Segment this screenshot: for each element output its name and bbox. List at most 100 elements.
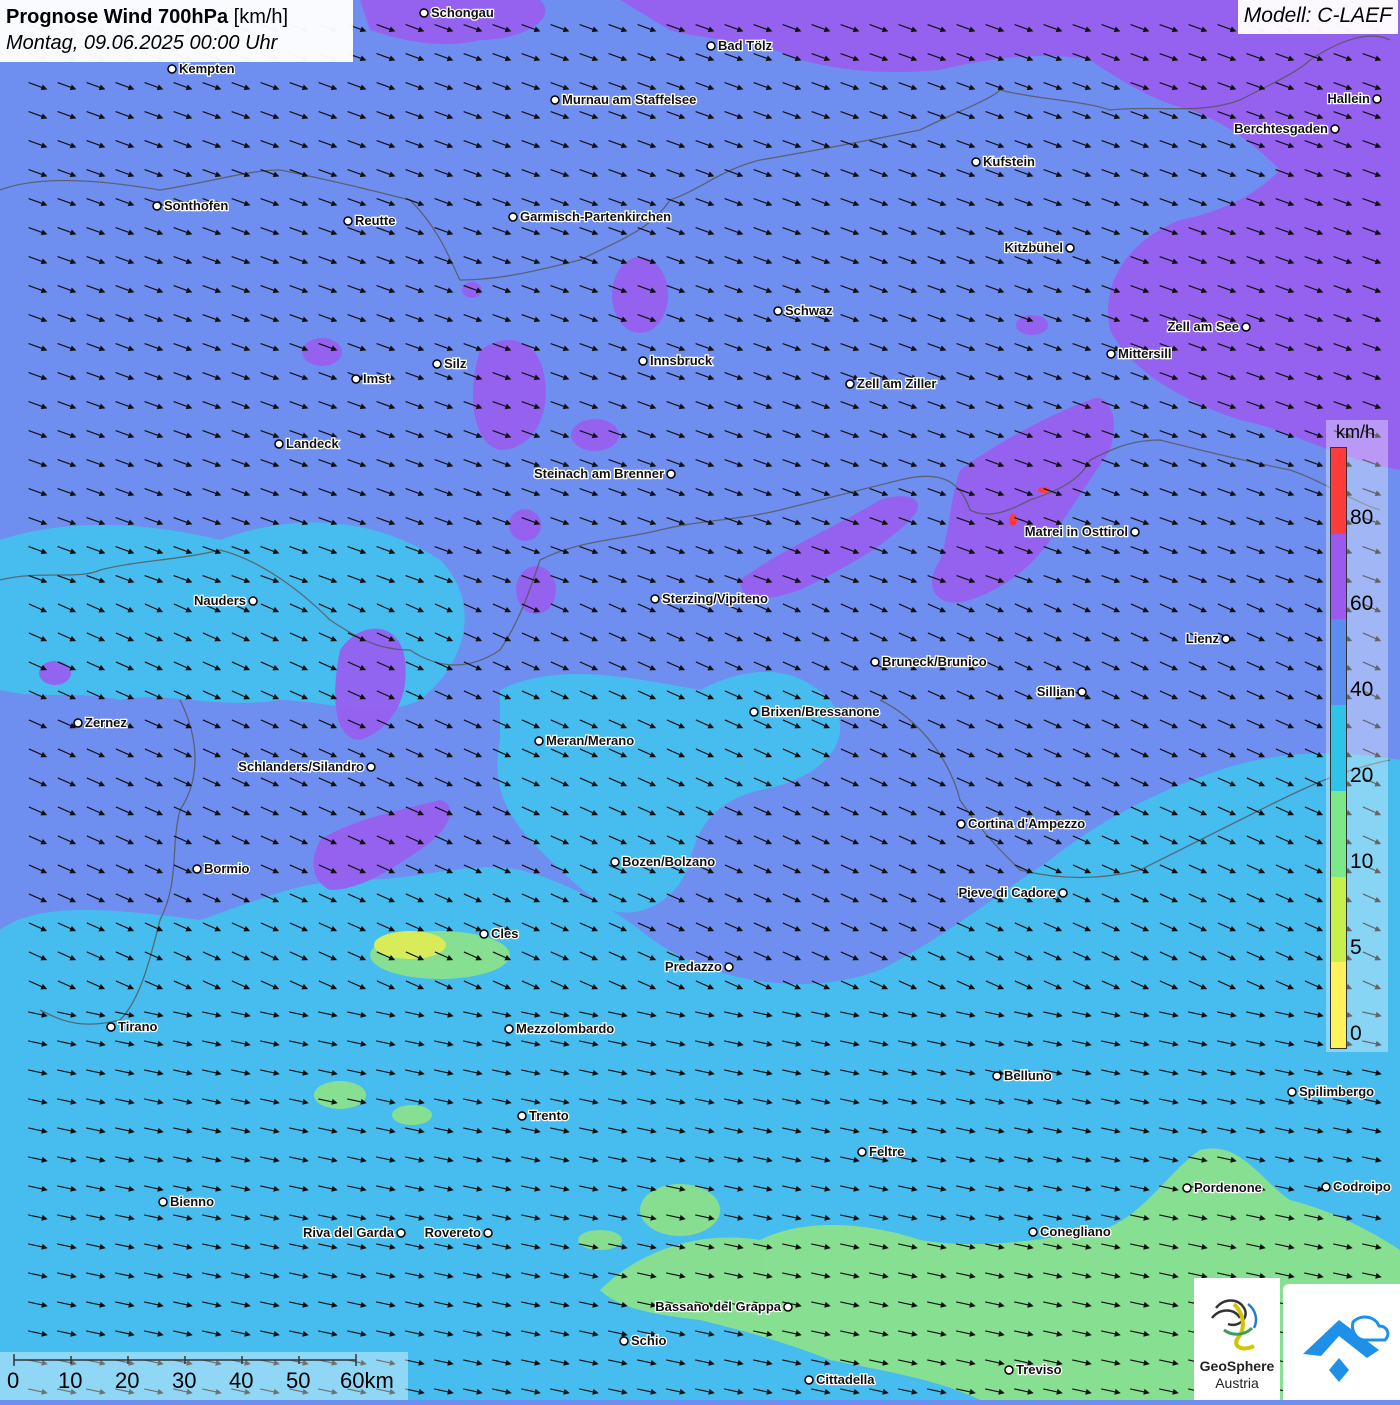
city-marker <box>192 864 202 874</box>
legend-color-bar <box>1330 447 1347 1049</box>
city-marker <box>508 212 518 222</box>
city-label: Trento <box>529 1108 569 1123</box>
city-label: Tirano <box>118 1019 158 1034</box>
city-label: Reutte <box>355 213 395 228</box>
city-marker <box>351 374 361 384</box>
city-marker <box>706 41 716 51</box>
city-marker <box>1182 1183 1192 1193</box>
legend-swatch <box>1331 962 1346 1048</box>
forecast-datetime: Montag, 09.06.2025 00:00 Uhr <box>6 32 278 54</box>
city-marker <box>1241 322 1251 332</box>
title-box: Prognose Wind 700hPa [km/h] Montag, 09.0… <box>0 0 353 62</box>
city-label: Codroipo <box>1333 1179 1391 1194</box>
city-marker <box>870 657 880 667</box>
city-marker <box>724 962 734 972</box>
city-label: Berchtesgaden <box>1234 121 1328 136</box>
color-legend: km/h 80 60 40 20 10 5 0 <box>1326 420 1388 1052</box>
city-marker <box>619 1336 629 1346</box>
geosphere-emblem-icon <box>1211 1299 1258 1351</box>
city-label: Nauders <box>194 593 246 608</box>
city-marker <box>666 469 676 479</box>
city-marker <box>971 157 981 167</box>
city-label: Pieve di Cadore <box>958 885 1056 900</box>
city-label: Riva del Garda <box>303 1225 395 1240</box>
map-title-main: Prognose Wind 700hPa <box>6 6 229 28</box>
city-marker <box>534 736 544 746</box>
city-label: Treviso <box>1016 1362 1062 1377</box>
city-label: Spilimbergo <box>1299 1084 1374 1099</box>
city-marker <box>158 1197 168 1207</box>
legend-tick-label: 10 <box>1350 850 1374 873</box>
city-label: Garmisch-Partenkirchen <box>520 209 671 224</box>
city-label: Imst <box>363 371 390 386</box>
city-marker <box>1106 349 1116 359</box>
city-label: Bruneck/Brunico <box>882 654 987 669</box>
city-label: Schwaz <box>785 303 833 318</box>
city-label: Zernez <box>85 715 127 730</box>
city-marker <box>550 95 560 105</box>
city-label: Bormio <box>204 861 250 876</box>
city-label: Bassano del Grappa <box>655 1299 781 1314</box>
legend-swatch <box>1331 619 1346 706</box>
model-label: Modell: C-LAEF <box>1237 0 1398 34</box>
city-label: Rovereto <box>425 1225 481 1240</box>
legend-tick-label: 80 <box>1350 506 1374 529</box>
city-label: Meran/Merano <box>546 733 634 748</box>
city-marker <box>396 1228 406 1238</box>
city-label: Mezzolombardo <box>516 1021 614 1036</box>
city-marker <box>1058 888 1068 898</box>
city-marker <box>1065 243 1075 253</box>
city-marker <box>167 64 177 74</box>
city-marker <box>106 1022 116 1032</box>
geosphere-country: Austria <box>1215 1375 1259 1391</box>
city-marker <box>152 201 162 211</box>
city-label: Lienz <box>1186 631 1220 646</box>
legend-tick-label: 60 <box>1350 592 1374 615</box>
city-marker <box>1028 1227 1038 1237</box>
city-marker <box>483 1228 493 1238</box>
city-marker <box>517 1111 527 1121</box>
city-marker <box>504 1024 514 1034</box>
legend-unit: km/h <box>1336 422 1376 442</box>
city-label: Pordenone <box>1194 1180 1262 1195</box>
city-marker <box>1221 634 1231 644</box>
city-marker <box>804 1375 814 1385</box>
city-label: Predazzo <box>665 959 722 974</box>
geosphere-name: GeoSphere <box>1199 1358 1275 1374</box>
app-logo[interactable] <box>1283 1284 1400 1400</box>
weather-app-icon <box>1303 1315 1390 1382</box>
city-label: Conegliano <box>1040 1224 1111 1239</box>
city-marker <box>343 216 353 226</box>
legend-tick-label: 0 <box>1350 1022 1362 1045</box>
city-marker <box>73 718 83 728</box>
city-marker <box>749 707 759 717</box>
city-marker <box>783 1302 793 1312</box>
legend-swatch <box>1331 790 1346 877</box>
city-marker <box>1004 1365 1014 1375</box>
city-label: Mittersill <box>1118 346 1171 361</box>
geosphere-logo[interactable]: GeoSphere Austria <box>1194 1278 1280 1400</box>
legend-swatch <box>1331 533 1346 620</box>
city-marker <box>1130 527 1140 537</box>
city-label: Schongau <box>431 5 494 20</box>
legend-swatch <box>1331 448 1346 534</box>
city-marker <box>992 1071 1002 1081</box>
city-label: Landeck <box>286 436 340 451</box>
city-label: Cles <box>491 926 518 941</box>
legend-swatch <box>1331 705 1346 791</box>
scale-label: 30 <box>172 1368 197 1393</box>
city-marker <box>1330 124 1340 134</box>
scale-label: 0 <box>7 1368 20 1393</box>
city-label: Schlanders/Silandro <box>238 759 364 774</box>
scale-bar: 0 10 20 30 40 50 60km <box>0 1352 408 1400</box>
city-label: Brixen/Bressanone <box>761 704 880 719</box>
city-marker <box>638 356 648 366</box>
city-label: Matrei in Osttirol <box>1025 524 1128 539</box>
city-label: Zell am Ziller <box>857 376 936 391</box>
city-marker <box>650 594 660 604</box>
city-label: Murnau am Staffelsee <box>562 92 696 107</box>
city-label: Schio <box>631 1333 666 1348</box>
city-marker <box>857 1147 867 1157</box>
city-label: Bozen/Bolzano <box>622 854 715 869</box>
city-label: Bienno <box>170 1194 214 1209</box>
